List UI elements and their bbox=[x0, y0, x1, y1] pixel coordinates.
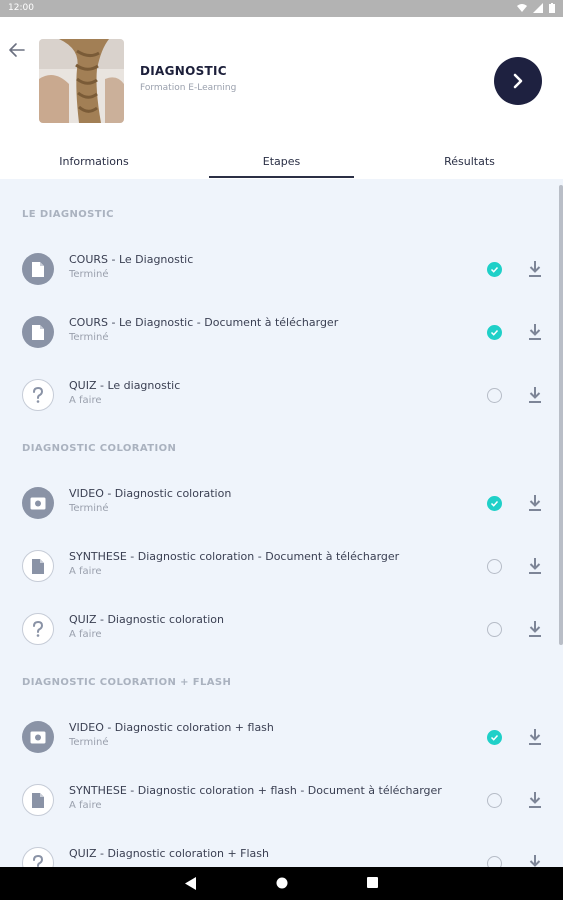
course-title: DIAGNOSTIC bbox=[140, 64, 227, 78]
tab-resultats[interactable]: Résultats bbox=[376, 143, 563, 179]
video-icon bbox=[22, 721, 54, 753]
done-check-icon bbox=[487, 496, 502, 511]
done-check-icon bbox=[487, 262, 502, 277]
list-item[interactable]: SYNTHESE - Diagnostic coloration - Docum… bbox=[0, 537, 563, 597]
scrollbar[interactable] bbox=[559, 185, 563, 645]
item-title: SYNTHESE - Diagnostic coloration - Docum… bbox=[69, 550, 400, 563]
todo-circle-icon bbox=[487, 856, 502, 867]
item-title: COURS - Le Diagnostic - Document à téléc… bbox=[69, 316, 339, 329]
signal-icon bbox=[533, 3, 543, 13]
download-icon[interactable] bbox=[527, 386, 543, 404]
section-title: LE DIAGNOSTIC bbox=[22, 209, 114, 220]
next-button[interactable] bbox=[494, 57, 542, 105]
item-status: Terminé bbox=[69, 269, 109, 280]
done-check-icon bbox=[487, 730, 502, 745]
list-item[interactable]: COURS - Le Diagnostic Terminé bbox=[0, 240, 563, 300]
document-icon bbox=[22, 550, 54, 582]
download-icon[interactable] bbox=[527, 260, 543, 278]
nav-back-icon[interactable] bbox=[185, 877, 197, 890]
item-title: VIDEO - Diagnostic coloration bbox=[69, 487, 232, 500]
done-check-icon bbox=[487, 325, 502, 340]
question-icon bbox=[22, 379, 54, 411]
item-status: Terminé bbox=[69, 737, 109, 748]
download-icon[interactable] bbox=[527, 557, 543, 575]
item-title: QUIZ - Le diagnostic bbox=[69, 379, 181, 392]
nav-home-icon[interactable] bbox=[276, 877, 288, 889]
document-icon bbox=[22, 316, 54, 348]
steps-list: LE DIAGNOSTIC COURS - Le Diagnostic Term… bbox=[0, 179, 563, 867]
item-status: A faire bbox=[69, 629, 102, 640]
list-item[interactable]: VIDEO - Diagnostic coloration + flash Te… bbox=[0, 708, 563, 768]
question-icon bbox=[22, 613, 54, 645]
item-status: Terminé bbox=[69, 503, 109, 514]
item-status: A faire bbox=[69, 800, 102, 811]
wifi-icon bbox=[517, 4, 527, 12]
item-status: A faire bbox=[69, 395, 102, 406]
section-title: DIAGNOSTIC COLORATION + FLASH bbox=[22, 677, 232, 688]
status-time: 12:00 bbox=[8, 3, 34, 13]
download-icon[interactable] bbox=[527, 620, 543, 638]
download-icon[interactable] bbox=[527, 854, 543, 867]
item-title: VIDEO - Diagnostic coloration + flash bbox=[69, 721, 274, 734]
battery-icon bbox=[549, 3, 555, 13]
download-icon[interactable] bbox=[527, 494, 543, 512]
tab-bar: Informations Etapes Résultats bbox=[0, 143, 563, 179]
document-icon bbox=[22, 784, 54, 816]
list-item[interactable]: VIDEO - Diagnostic coloration Terminé bbox=[0, 474, 563, 534]
course-subtitle: Formation E-Learning bbox=[140, 83, 237, 93]
list-item[interactable]: QUIZ - Diagnostic coloration + Flash bbox=[0, 834, 563, 867]
course-thumbnail bbox=[39, 39, 124, 123]
list-item[interactable]: COURS - Le Diagnostic - Document à téléc… bbox=[0, 303, 563, 363]
tab-etapes[interactable]: Etapes bbox=[209, 143, 354, 179]
item-status: Terminé bbox=[69, 332, 109, 343]
item-title: QUIZ - Diagnostic coloration bbox=[69, 613, 224, 626]
download-icon[interactable] bbox=[527, 728, 543, 746]
nav-recents-icon[interactable] bbox=[367, 877, 378, 888]
item-title: QUIZ - Diagnostic coloration + Flash bbox=[69, 847, 269, 860]
section-title: DIAGNOSTIC COLORATION bbox=[22, 443, 177, 454]
course-header: DIAGNOSTIC Formation E-Learning bbox=[0, 17, 563, 143]
back-arrow-icon[interactable] bbox=[8, 41, 26, 59]
document-icon bbox=[22, 253, 54, 285]
todo-circle-icon bbox=[487, 559, 502, 574]
todo-circle-icon bbox=[487, 793, 502, 808]
tab-informations[interactable]: Informations bbox=[0, 143, 188, 179]
item-status: A faire bbox=[69, 566, 102, 577]
download-icon[interactable] bbox=[527, 323, 543, 341]
todo-circle-icon bbox=[487, 622, 502, 637]
video-icon bbox=[22, 487, 54, 519]
item-title: SYNTHESE - Diagnostic coloration + flash… bbox=[69, 784, 442, 797]
list-item[interactable]: SYNTHESE - Diagnostic coloration + flash… bbox=[0, 771, 563, 831]
system-nav-bar bbox=[0, 867, 563, 900]
question-icon bbox=[22, 847, 54, 867]
download-icon[interactable] bbox=[527, 791, 543, 809]
status-bar: 12:00 bbox=[0, 0, 563, 17]
list-item[interactable]: QUIZ - Diagnostic coloration A faire bbox=[0, 600, 563, 660]
item-title: COURS - Le Diagnostic bbox=[69, 253, 194, 266]
todo-circle-icon bbox=[487, 388, 502, 403]
list-item[interactable]: QUIZ - Le diagnostic A faire bbox=[0, 366, 563, 426]
status-icons bbox=[517, 3, 555, 13]
chevron-right-icon bbox=[513, 73, 523, 89]
